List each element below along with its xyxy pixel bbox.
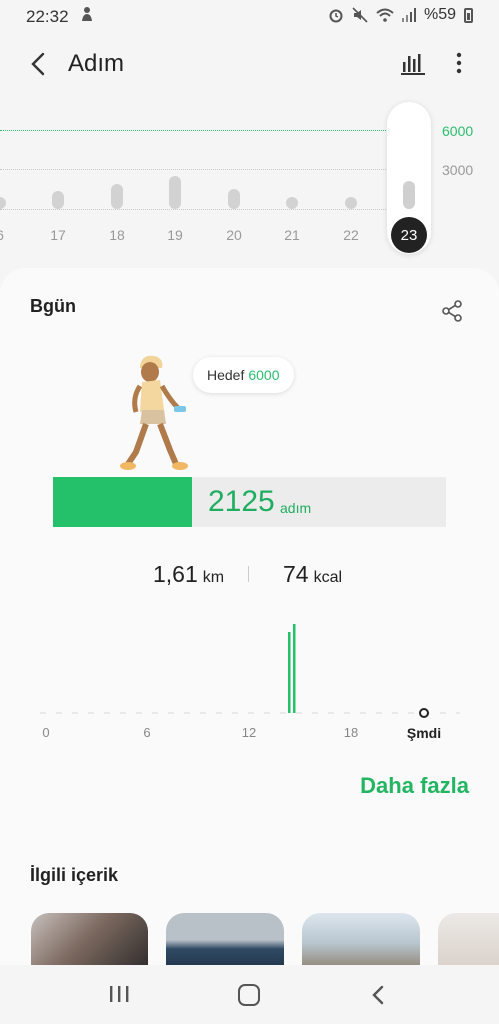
day-label-20[interactable]: 20 [219,227,249,243]
weekly-steps-chart: 6000 3000 6 17 18 19 20 21 22 23 [0,100,499,260]
wifi-icon [376,8,394,22]
related-thumbnail-2[interactable] [166,913,284,965]
selected-day-label[interactable]: 23 [391,217,427,253]
status-icons: %59 [328,6,473,24]
calories-value: 74 [283,561,309,587]
hour-tick-6: 6 [143,725,151,740]
share-icon [442,300,462,322]
day-bar-22[interactable] [345,197,357,209]
goal-axis-label: 6000 [442,123,474,139]
day-label-21[interactable]: 21 [277,227,307,243]
related-thumbnail-3[interactable] [302,913,420,965]
back-button[interactable] [26,50,54,78]
related-thumbnail-4[interactable] [438,913,499,965]
related-thumbnail-1[interactable] [31,913,148,965]
hour-tick-18: 18 [343,725,359,740]
metric-divider [248,566,249,582]
steps-count: 2125 [208,485,275,518]
signal-icon [401,8,416,22]
hour-tick-0: 0 [42,725,50,740]
day-bar-23-selected[interactable] [403,181,415,209]
notification-icon [80,6,94,26]
alarm-icon [329,9,343,23]
goal-value: 6000 [248,367,280,383]
distance-metric: 1,61 km [153,561,224,588]
day-label-6[interactable]: 6 [0,227,15,243]
system-back-button[interactable] [368,984,388,1006]
day-label-19[interactable]: 19 [160,227,190,243]
mute-icon [352,7,368,23]
day-bar-20[interactable] [228,189,240,209]
today-card: Bgün Hedef 6000 2125 adım 1,61 km 74 kcal … [0,268,499,965]
chevron-left-icon [372,985,384,1005]
goal-line [0,130,390,131]
calories-unit: kcal [313,569,343,586]
hour-tick-12: 12 [241,725,257,740]
related-content-title: İlgili içerik [30,865,119,885]
mid-gridline [0,169,390,170]
day-label-22[interactable]: 22 [336,227,366,243]
day-bar-17[interactable] [52,190,64,209]
back-arrow-icon [31,52,45,76]
navigation-bar [0,965,499,1024]
steps-progress-fill [53,477,193,527]
walking-person-illustration [120,355,188,470]
share-button[interactable] [441,300,463,322]
calories-metric: 74 kcal [283,561,342,588]
bar-chart-icon [401,54,425,75]
today-title: Bgün [30,296,76,316]
home-button[interactable] [238,984,260,1006]
battery-icon [464,7,473,23]
steps-unit: adım [280,500,312,516]
recent-apps-button[interactable] [108,985,130,1003]
now-label: Şmdi [406,725,442,741]
goal-bubble[interactable]: Hedef 6000 [193,357,294,393]
day-label-17[interactable]: 17 [43,227,73,243]
goal-text: Hedef [207,367,245,383]
day-label-18[interactable]: 18 [102,227,132,243]
trends-button[interactable] [401,50,425,76]
more-options-button[interactable] [449,50,469,76]
day-bar-19[interactable] [169,176,181,209]
distance-unit: km [202,569,225,586]
page-title: Adım [68,50,125,77]
day-bar-6[interactable] [0,197,6,209]
distance-value: 1,61 [153,561,198,587]
base-gridline [0,209,390,210]
more-details-link[interactable]: Daha fazla [360,773,469,799]
status-bar: 22:32 %59 [0,0,499,34]
day-bar-21[interactable] [286,197,298,209]
status-time: 22:32 [26,7,69,26]
mid-axis-label: 3000 [442,162,474,178]
hourly-steps-chart [40,624,460,718]
more-vert-icon [456,52,462,74]
app-bar: Adım [0,40,499,90]
battery-percent: %59 [423,6,456,23]
day-bar-18[interactable] [111,183,123,209]
recent-apps-icon [110,986,129,1002]
